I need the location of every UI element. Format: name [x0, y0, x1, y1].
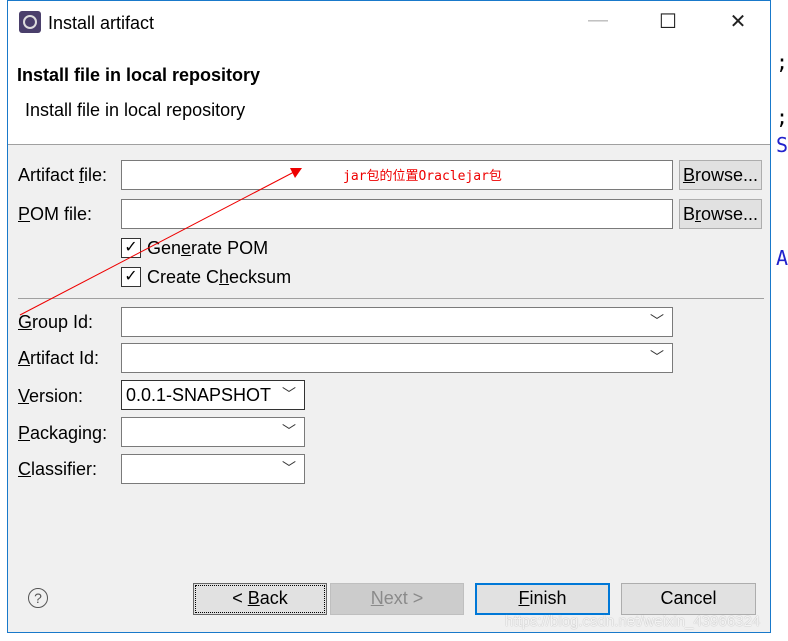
annotation-text: jar包的位置Oraclejar包 [343, 169, 502, 184]
annotation-arrow [19, 168, 302, 316]
watermark: https://blog.csdn.net/weixin_43966324 [505, 613, 761, 630]
